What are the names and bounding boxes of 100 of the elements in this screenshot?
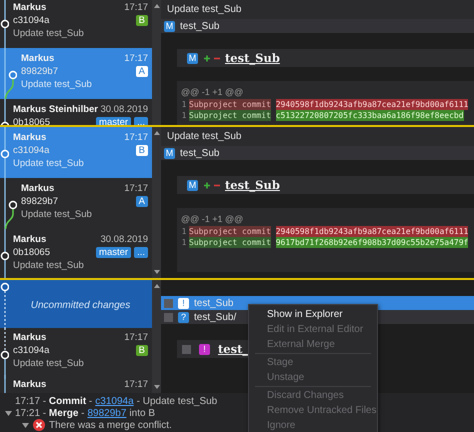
commit-message: Update test_Sub [13, 357, 85, 370]
commit-message: Update test_Sub [13, 259, 85, 272]
commit-hash: 0b18065 [13, 247, 50, 258]
commit-hash: c31094a [13, 15, 50, 26]
scrollbar[interactable] [152, 280, 161, 393]
scrollbar[interactable] [152, 127, 161, 278]
scroll-up-icon[interactable] [154, 284, 160, 288]
file-name: test_Sub [194, 298, 234, 308]
commit-author: Markus [21, 53, 54, 64]
scroll-down-icon[interactable] [154, 385, 160, 389]
commit-time: 17:17 [124, 2, 148, 13]
commit-time: 17:17 [124, 132, 148, 143]
commit-author: Markus [13, 332, 46, 343]
log-text: 17:21 - Merge - [15, 408, 84, 418]
branch-tag: A [136, 66, 148, 77]
commit-row[interactable]: Uncommitted changes [0, 280, 152, 328]
commit-author: Markus [13, 234, 46, 245]
commit-author: Markus [13, 2, 46, 13]
error-icon [33, 419, 45, 431]
commit-author: Markus Steinhilber [13, 104, 98, 115]
commit-row[interactable]: Markus 17:17 89829b7 A Update test_Sub [0, 48, 152, 99]
branch-tag: ... [134, 247, 148, 258]
file-row[interactable]: M test_Sub [161, 146, 474, 160]
file-name: test_Sub [180, 148, 220, 158]
diff-line-text: Subproject commit [189, 226, 271, 237]
commit-row[interactable]: Markus 17:17 [0, 375, 152, 393]
plus-minus-icon [204, 182, 221, 188]
branch-tag: A [136, 196, 148, 207]
scroll-up-icon[interactable] [154, 4, 160, 8]
commit-hash: 89829b7 [21, 66, 58, 77]
commit-author: Markus [13, 132, 46, 143]
branch-tag: B [136, 145, 148, 156]
line-number: 1 [180, 238, 188, 247]
commit-time: 17:17 [124, 183, 148, 194]
commit-hash: 0b18065 [13, 117, 50, 125]
commit-row[interactable]: Markus 17:17 89829b7 A Update test_Sub [0, 178, 152, 229]
commit-hash: 2940598f1db9243afb9a87cea21ef9bd00af6111 [276, 226, 468, 237]
commit-row[interactable]: Markus 17:17 c31094a B Update test_Sub [0, 328, 152, 375]
commit-hash: 89829b7 [21, 196, 58, 207]
plus-minus-icon [204, 54, 221, 62]
file-name[interactable]: test_Sub [225, 51, 280, 65]
graph-drawing [0, 280, 9, 331]
file-name: test_Sub/ [194, 312, 236, 322]
line-number: 1 [180, 111, 188, 120]
commit-title: Update test_Sub [161, 127, 474, 146]
log-text: - Update test_Sub [136, 396, 218, 406]
commit-author: Markus [21, 183, 54, 194]
scroll-down-icon[interactable] [154, 270, 160, 274]
commit-time: 30.08.2019 [100, 104, 148, 115]
commit-time: 30.08.2019 [100, 234, 148, 245]
commit-hash: c31094a [13, 345, 50, 356]
status-badge: ! [178, 298, 189, 308]
branch-tag: B [136, 345, 148, 356]
diff-line-text: Subproject commit [189, 237, 271, 248]
status-badge: M [164, 20, 175, 32]
menu-item[interactable]: Show in Explorer [249, 307, 377, 322]
log-text: into B [129, 408, 155, 418]
status-badge: ? [178, 312, 189, 322]
commit-link[interactable]: c31094a [95, 396, 134, 406]
collapse-icon[interactable] [5, 410, 12, 416]
branch-tag: master [96, 117, 132, 125]
file-name[interactable]: test_Sub [225, 178, 280, 192]
hunk-header: @@ -1 +1 @@ [180, 86, 244, 99]
checkbox[interactable] [164, 298, 173, 308]
diff-line-text: Subproject commit [189, 99, 271, 110]
log-message: There was a merge conflict. [49, 420, 172, 430]
commit-message: Update test_Sub [21, 208, 93, 221]
file-name: test_Sub [180, 20, 220, 32]
commit-link[interactable]: 89829b7 [87, 408, 126, 418]
log-text: 17:17 - Commit - [15, 396, 92, 406]
commit-author: Markus [13, 379, 46, 390]
commit-message: Update test_Sub [13, 27, 85, 40]
diff-line-text: Subproject commit [189, 110, 271, 121]
commit-hash: 9617bd71f268b92e6f908b37d09c55b2e75a479f [276, 237, 468, 248]
file-row[interactable]: M test_Sub [161, 19, 474, 33]
commit-hash: c31094a [13, 145, 50, 156]
checkbox[interactable] [164, 312, 173, 322]
file-name[interactable]: test_ [218, 342, 248, 356]
commit-row[interactable]: Markus 17:17 c31094a B Update test_Sub [0, 127, 152, 178]
commit-message: Uncommitted changes [30, 300, 130, 311]
commit-time: 17:17 [124, 53, 148, 64]
scrollbar[interactable] [152, 0, 161, 125]
status-badge: M [164, 148, 175, 158]
commit-time: 17:17 [124, 332, 148, 343]
commit-message: Update test_Sub [13, 157, 85, 170]
checkbox[interactable] [182, 344, 191, 354]
commit-hash: c51322720807205fc333baa6a186f98ef8eecbd [276, 110, 464, 121]
collapse-icon[interactable] [22, 422, 29, 428]
commit-title: Update test_Sub [161, 0, 474, 19]
branch-tag: ... [134, 117, 148, 125]
branch-tag: B [136, 15, 148, 26]
branch-tag: master [96, 247, 132, 258]
status-badge: M [187, 180, 198, 190]
status-badge: ! [199, 344, 210, 354]
scroll-up-icon[interactable] [154, 131, 160, 135]
line-number: 1 [180, 227, 188, 236]
status-badge: M [187, 52, 198, 64]
commit-time: 17:17 [124, 379, 148, 390]
line-number: 1 [180, 100, 188, 109]
hunk-header: @@ -1 +1 @@ [180, 213, 244, 226]
